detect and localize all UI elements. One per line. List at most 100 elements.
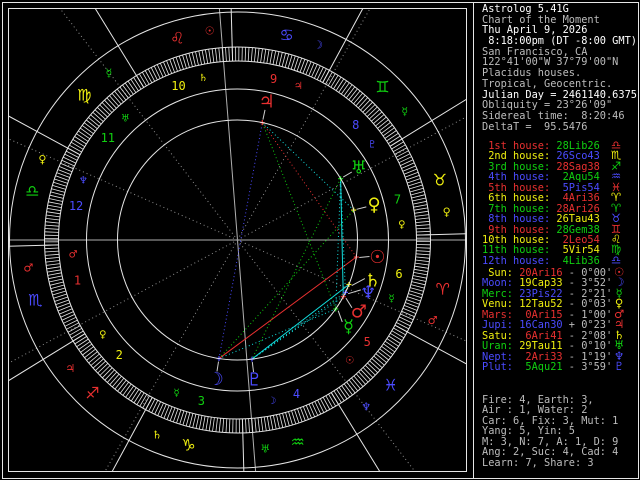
planet-position-value: 5Aqu21 <box>519 360 563 373</box>
house-number: 8 <box>352 118 359 132</box>
house-row: 10th house: 2Leo54 ♌ <box>482 233 626 245</box>
aspect-line-sextile <box>251 296 344 360</box>
house-row: 4th house: 2Aqu54 ♒ <box>482 171 626 183</box>
planet-pointer-line <box>337 310 343 323</box>
astrolog-window: ♈ ♂ ♉ ♀ ♊ ☿ ♋ ☽ ♌ ☉ ♍ ☿ ♎ ♀ ♏ ♂ ♐ ♃ ♑ ♄ ♒ ♅ ♓ ♆ 1 ♂ 2 ♀ 3 ☿ 4 ☽ 5 ☉ 6 ☿ 7 ♀ 8 ♇… <box>0 0 640 480</box>
sign-boundary-line <box>241 418 245 472</box>
info-text: DeltaT = 95.5476 <box>482 120 588 133</box>
sign-ruler-icon: ♆ <box>361 401 371 414</box>
house-ruler-icon: ☽ <box>267 396 276 407</box>
planet-icon: ♂ <box>351 301 367 322</box>
planet-row: Uran: 29Tau11 - 0°10' ♅ <box>482 340 626 353</box>
zodiac-sign-icon: ♒ <box>291 433 305 452</box>
planet-position-value: 29Tau11 <box>519 340 563 353</box>
house-ruler-icon: ☿ <box>389 293 395 304</box>
planet-row: Nept: 2Ari33 - 1°19' ♆ <box>482 350 626 362</box>
zodiac-sign-icon: ♓ <box>384 376 398 395</box>
info-text: Tropical, Geocentric. <box>482 77 613 90</box>
zodiac-sign-icon: ♑ <box>181 436 195 455</box>
sign-ruler-icon: ♄ <box>152 429 162 442</box>
house-row: 9th house: 28Gem38 ♊ <box>482 223 626 235</box>
chart-wheel: ♈ ♂ ♉ ♀ ♊ ☿ ♋ ☽ ♌ ☉ ♍ ☿ ♎ ♀ ♏ ♂ ♐ ♃ ♑ ♄ ♒ ♅ ♓ ♆ 1 ♂ 2 ♀ 3 ☿ 4 ☽ 5 ☉ 6 ☿ 7 ♀ 8 ♇… <box>8 8 467 472</box>
aspect-line-sextile <box>340 178 344 297</box>
planet-row: Plut: 5Aqu21 - 3°59' ♇ <box>482 358 626 373</box>
planet-row: Jupi: 16Can30 + 0°23' ♃ <box>482 319 626 331</box>
planet-pointer-line <box>359 256 370 258</box>
planet-icon: ♀ <box>367 194 380 215</box>
sign-boundary-line <box>8 115 81 156</box>
house-ruler-icon: ♄ <box>199 73 208 84</box>
house-label: 8th house: <box>482 213 557 226</box>
aspect-line-sextile <box>251 284 350 360</box>
house-row: 3rd house: 28Sag38 ♐ <box>482 160 626 172</box>
sign-ruler-icon: ☿ <box>105 66 112 79</box>
house-row: 5th house: 5Pis54 ♓ <box>482 181 626 193</box>
aspect-line-opposition <box>218 122 263 359</box>
house-row: 2nd house: 26Sco43 ♏ <box>482 150 626 162</box>
house-cusp-line <box>237 8 371 241</box>
planets-section: Sun: 20Ari16 - 0°00' ☉ Moon: 19Cap33 - 3°5… <box>482 266 626 373</box>
panel-separator <box>473 2 474 478</box>
info-line: DeltaT = 95.5476 <box>482 120 637 133</box>
house-row: 11th house: 5Vir54 ♍ <box>482 244 626 256</box>
sign-ruler-icon: ♂ <box>23 261 33 274</box>
planet-icon: ☉ <box>369 247 385 268</box>
planet-label: Uran: <box>482 340 520 353</box>
house-ruler-icon: ♂ <box>69 249 78 260</box>
house-number: 5 <box>364 335 371 349</box>
sign-ruler-icon: ♀ <box>443 206 451 219</box>
sign-boundary-line <box>8 333 86 382</box>
house-row: 7th house: 28Ari26 ♈ <box>482 202 626 214</box>
planet-icon: ♇ <box>613 358 625 373</box>
planet-label: Plut: <box>482 360 520 373</box>
planet-pointer-line <box>356 206 367 210</box>
house-row: 6th house: 4Ari36 ♈ <box>482 192 626 204</box>
aspect-line-trine <box>218 209 355 359</box>
house-ruler-icon: ♀ <box>99 330 106 341</box>
info-text: Sidereal time: 8:20:46 <box>482 109 625 122</box>
sign-boundary-line <box>94 8 145 88</box>
aspect-line-sextile <box>218 308 336 360</box>
sign-boundary-line <box>394 324 466 365</box>
stat-line: Learn: 7, Share: 3 <box>482 457 618 468</box>
house-row: 1st house: 28Lib26 ♎ <box>482 139 626 151</box>
sign-boundary-line <box>322 8 364 83</box>
sign-ruler-icon: ♀ <box>38 153 46 166</box>
sign-boundary-line <box>230 8 234 62</box>
stats-section: Fire: 4, Earth: 3, Air : 1, Water: 2 Car: … <box>482 395 618 469</box>
sign-boundary-line <box>111 397 153 472</box>
planet-icon: ♆ <box>360 282 376 303</box>
house-number: 12 <box>69 199 83 213</box>
planet-row: Venu: 12Tau52 - 0°03' ♀ <box>482 298 626 310</box>
house-ruler-icon: ♆ <box>79 176 88 187</box>
zodiac-sign-icon: ♌ <box>170 28 184 47</box>
planet-row: Moon: 19Cap33 - 3°52' ☽ <box>482 277 626 289</box>
planet-icon: ☽ <box>208 369 224 390</box>
house-number: 10 <box>171 79 185 93</box>
sign-ruler-icon: ☿ <box>401 105 408 118</box>
house-number: 6 <box>395 267 402 281</box>
house-number: 11 <box>101 131 115 145</box>
house-row: 8th house: 26Tau43 ♉ <box>482 213 626 226</box>
house-ruler-icon: ♇ <box>368 139 377 150</box>
house-number: 1 <box>74 273 81 287</box>
house-ruler-icon: ♅ <box>121 113 130 124</box>
house-number: 9 <box>270 72 277 86</box>
planet-icon: ♇ <box>246 369 262 390</box>
wheel-group <box>8 8 466 472</box>
sign-ruler-icon: ☉ <box>205 24 215 37</box>
house-number: 2 <box>116 348 123 362</box>
zodiac-sign-icon: ♈ <box>436 280 450 299</box>
sign-boundary-line <box>330 392 381 472</box>
house-ruler-icon: ☿ <box>174 388 180 399</box>
planet-row: Sun: 20Ari16 - 0°00' ☉ <box>482 266 626 278</box>
sign-ruler-icon: ☽ <box>313 38 323 51</box>
info-panel: Astrolog 5.41G Chart of the Moment Thu Apr… <box>482 0 640 480</box>
planet-row: Merc: 23Pis22 - 2°21' ☿ <box>482 287 626 299</box>
planet-icon: ♅ <box>351 157 367 178</box>
sign-ruler-icon: ♅ <box>260 443 270 456</box>
house-ruler-icon: ♃ <box>294 81 303 92</box>
chart-info-section: Astrolog 5.41G Chart of the Moment Thu Apr… <box>482 4 637 132</box>
info-line: Tropical, Geocentric. <box>482 79 637 90</box>
house-cusp-line <box>8 138 238 241</box>
